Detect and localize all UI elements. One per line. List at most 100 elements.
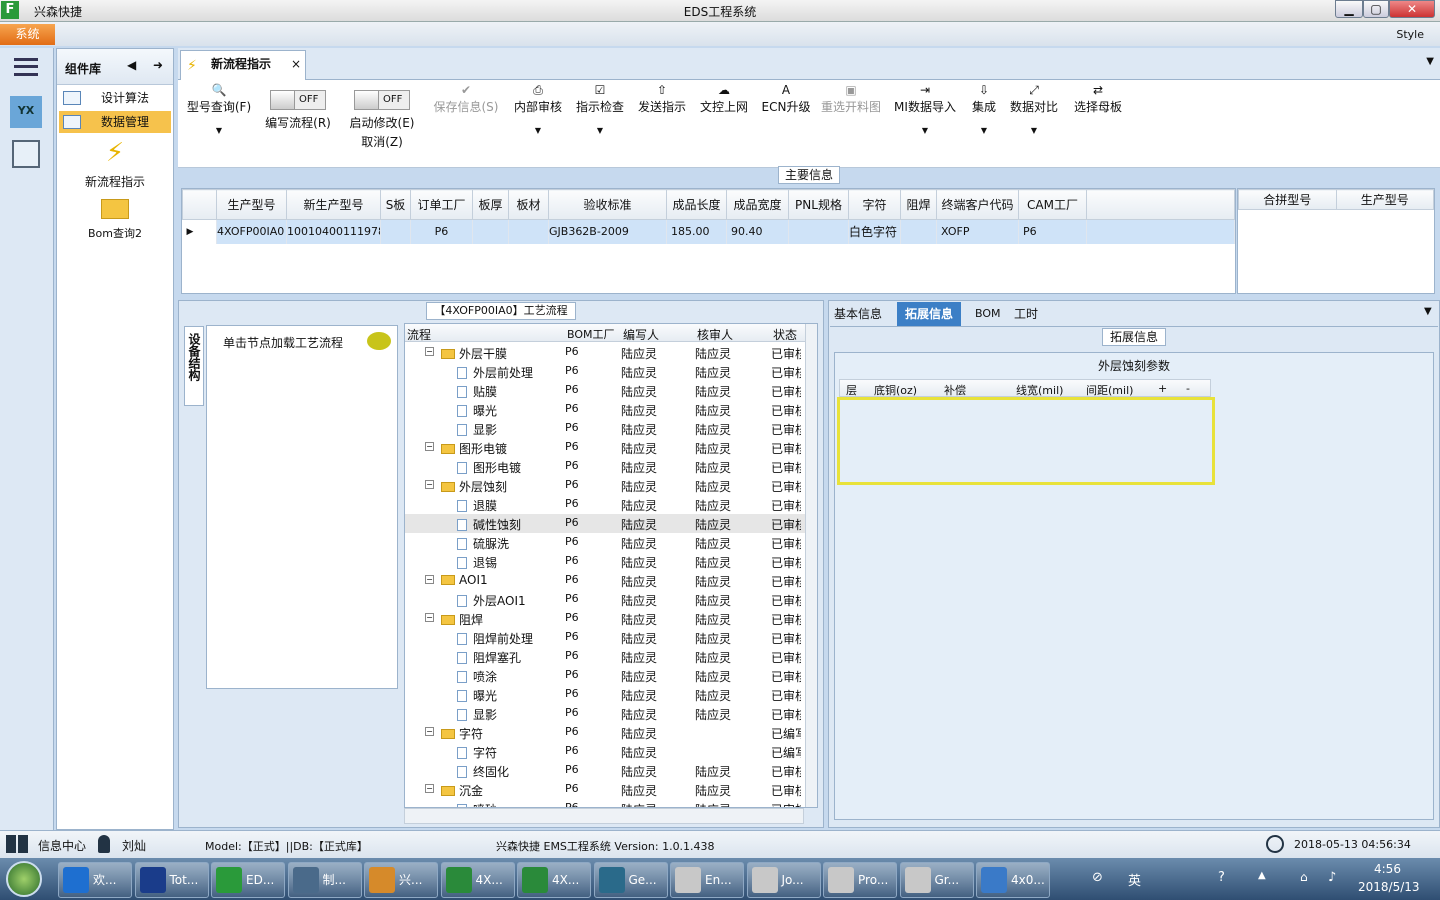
vertical-scrollbar[interactable]	[805, 324, 817, 807]
tree-row[interactable]: 喷砂 P6 陆应灵 陆应灵 已审核	[405, 799, 805, 807]
info-center-link[interactable]: 信息中心	[38, 837, 86, 854]
table-cell[interactable]	[788, 219, 849, 244]
tree-node[interactable]: 碱性蚀刻	[457, 516, 521, 533]
tree-row[interactable]: −沉金P6陆应灵陆应灵已审核	[405, 780, 805, 799]
tree-row[interactable]: 硫脲洗 P6 陆应灵 陆应灵 已审核	[405, 533, 805, 552]
column-header[interactable]: 验收标准	[548, 189, 667, 220]
tree-row[interactable]: 曝光 P6 陆应灵 陆应灵 已审核	[405, 400, 805, 419]
tree-node[interactable]: 沉金	[441, 782, 483, 799]
tree-row[interactable]: 喷涂 P6 陆应灵 陆应灵 已审核	[405, 666, 805, 685]
tab-extended-info[interactable]: 拓展信息	[897, 302, 962, 326]
column-header[interactable]: 流程	[407, 326, 431, 343]
column-header[interactable]: 成品长度	[666, 189, 727, 220]
tree-row[interactable]: 外层AOI1 P6 陆应灵 陆应灵 已审核	[405, 590, 805, 609]
tree-row[interactable]: 外层前处理 P6 陆应灵 陆应灵 已审核	[405, 362, 805, 381]
column-header[interactable]: 板材	[508, 189, 549, 220]
tree-node[interactable]: 阻焊	[441, 611, 483, 628]
tree-row[interactable]: −外层蚀刻P6陆应灵陆应灵已审核	[405, 476, 805, 495]
column-header[interactable]: 合拼型号	[1238, 189, 1337, 210]
instruction-check-button[interactable]: ☑ 指示检查 ▼	[572, 82, 628, 162]
taskbar-button[interactable]: 欢...	[58, 862, 132, 898]
ecn-upgrade-button[interactable]: A ECN升级	[758, 82, 814, 162]
tree-row[interactable]: 阻焊塞孔 P6 陆应灵 陆应灵 已审核	[405, 647, 805, 666]
tree-node[interactable]: 外层AOI1	[457, 592, 526, 609]
taskbar-button[interactable]: Jo...	[746, 862, 821, 898]
cancel-label[interactable]: 取消(Z)	[344, 133, 420, 150]
tree-row[interactable]: 图形电镀 P6 陆应灵 陆应灵 已审核	[405, 457, 805, 476]
column-header[interactable]: 生产型号	[216, 189, 287, 220]
tray-date[interactable]: 2018/5/13	[1358, 880, 1420, 894]
taskbar-button[interactable]: 4x0...	[976, 862, 1050, 898]
table-cell[interactable]: GJB362B-2009	[548, 219, 667, 244]
nav-data-management[interactable]: 数据管理	[59, 111, 171, 133]
column-header[interactable]: 核审人	[697, 326, 733, 343]
tree-row[interactable]: −AOI1P6陆应灵陆应灵已审核	[405, 571, 805, 590]
tree-row[interactable]: 退膜 P6 陆应灵 陆应灵 已审核	[405, 495, 805, 514]
tree-node[interactable]: 外层干膜	[441, 345, 507, 362]
tree-row[interactable]: 阻焊前处理 P6 陆应灵 陆应灵 已审核	[405, 628, 805, 647]
taskbar-button[interactable]: Pro...	[823, 862, 897, 898]
mi-data-import-button[interactable]: ⇥ MI数据导入 ▼	[892, 82, 958, 162]
column-header[interactable]: 订单工厂	[410, 189, 473, 220]
table-cell[interactable]: P6	[410, 219, 473, 244]
tree-row[interactable]: 退锡 P6 陆应灵 陆应灵 已审核	[405, 552, 805, 571]
tree-node[interactable]: 喷涂	[457, 668, 497, 685]
table-cell[interactable]: 90.40	[726, 219, 789, 244]
tab-work-hours[interactable]: 工时	[1014, 302, 1038, 326]
horizontal-scrollbar[interactable]	[404, 808, 804, 824]
hamburger-menu-icon[interactable]	[14, 58, 38, 76]
tree-row[interactable]: 终固化 P6 陆应灵 陆应灵 已审核	[405, 761, 805, 780]
pin-icon[interactable]: ➜	[153, 58, 163, 72]
tree-node[interactable]: 图形电镀	[457, 459, 521, 476]
taskbar-button[interactable]: Ge...	[593, 862, 668, 898]
taskbar-button[interactable]: 4X...	[440, 862, 515, 898]
model-query-button[interactable]: 🔍 型号查询(F) ▼	[184, 82, 254, 162]
tree-row[interactable]: 字符 P6 陆应灵 已编写	[405, 742, 805, 761]
show-hidden-icons[interactable]: ▲	[1258, 870, 1266, 881]
system-menu-button[interactable]: 系统	[0, 24, 55, 45]
ime-icon[interactable]: ⊘	[1092, 870, 1103, 885]
column-header[interactable]: 底铜(oz)	[874, 382, 917, 398]
tree-row[interactable]: 碱性蚀刻 P6 陆应灵 陆应灵 已审核	[405, 514, 805, 533]
tree-node[interactable]: 显影	[457, 421, 497, 438]
send-instruction-button[interactable]: ⇧ 发送指示	[634, 82, 690, 162]
tab-basic-info[interactable]: 基本信息	[834, 302, 882, 326]
column-header[interactable]: PNL规格	[788, 189, 849, 220]
tree-node[interactable]: 阻焊塞孔	[457, 649, 521, 666]
table-cell[interactable]: 4XOFP00IA0	[216, 219, 287, 244]
column-header[interactable]: 终端客户代码	[936, 189, 1019, 220]
collapse-left-icon[interactable]: ◀	[127, 58, 136, 72]
nav-design-algorithm[interactable]: 设计算法	[59, 87, 171, 109]
start-button-icon[interactable]	[6, 861, 42, 897]
tree-node[interactable]: 退膜	[457, 497, 497, 514]
taskbar-button[interactable]: Gr...	[899, 862, 974, 898]
tree-node[interactable]: 曝光	[457, 402, 497, 419]
panel-dropdown-icon[interactable]: ▼	[1424, 306, 1432, 317]
taskbar-button[interactable]: 制...	[287, 862, 362, 898]
equipment-structure-tab[interactable]: 设备结构	[184, 326, 204, 406]
table-cell[interactable]	[472, 219, 509, 244]
tree-row[interactable]: −图形电镀P6陆应灵陆应灵已审核	[405, 438, 805, 457]
tree-node[interactable]: 显影	[457, 706, 497, 723]
column-header[interactable]: 间距(mil)	[1086, 382, 1133, 398]
data-compare-button[interactable]: ⤢ 数据对比 ▼	[1008, 82, 1060, 162]
tree-node[interactable]: 喷砂	[457, 801, 497, 807]
table-cell[interactable]: 10010400111978	[286, 219, 381, 244]
taskbar-button[interactable]: En...	[670, 862, 744, 898]
table-cell[interactable]	[900, 219, 937, 244]
reselect-cut-diagram-button[interactable]: ▣ 重选开料图	[818, 82, 884, 162]
tray-time[interactable]: 4:56	[1374, 862, 1401, 876]
tree-row[interactable]: 显影 P6 陆应灵 陆应灵 已审核	[405, 419, 805, 438]
tree-node[interactable]: 阻焊前处理	[457, 630, 533, 647]
save-info-button[interactable]: ✔ 保存信息(S)	[428, 82, 504, 162]
column-header[interactable]: 成品宽度	[726, 189, 789, 220]
table-cell[interactable]: 白色字符	[848, 219, 901, 244]
column-header[interactable]: 新生产型号	[286, 189, 381, 220]
table-cell[interactable]: P6	[1018, 219, 1087, 244]
table-cell[interactable]: 185.00	[666, 219, 727, 244]
tree-node[interactable]: 曝光	[457, 687, 497, 704]
column-header[interactable]: CAM工厂	[1018, 189, 1087, 220]
column-header[interactable]: 板厚	[472, 189, 509, 220]
tile-new-process[interactable]: ⚡ 新流程指示	[57, 137, 173, 189]
tab-bom[interactable]: BOM	[975, 302, 1001, 326]
